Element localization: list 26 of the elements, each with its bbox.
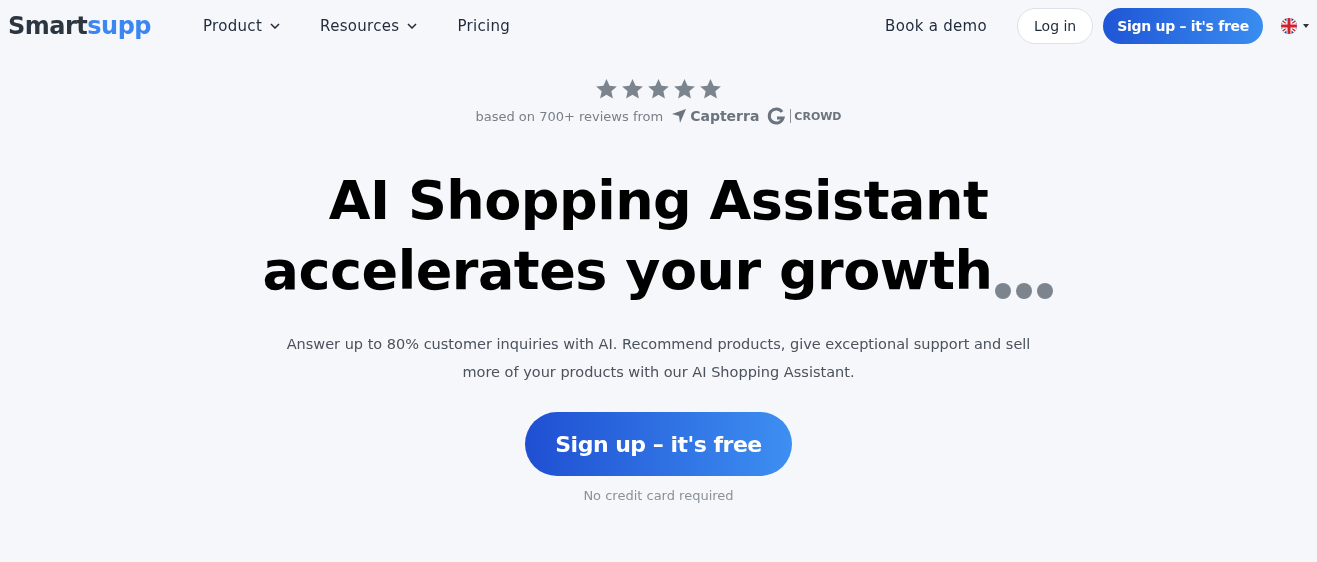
star-icon [595,78,618,100]
nav-menu-item[interactable]: Product [203,17,281,35]
reviews-text: based on 700+ reviews from [475,108,664,124]
no-credit-card-note: No credit card required [583,488,734,503]
chevron-down-icon [270,23,281,29]
star-icon [647,78,670,100]
chevron-down-icon [407,23,418,29]
star-icon [621,78,644,100]
hero-heading-line: accelerates your growth [262,238,993,304]
signup-cta-button[interactable]: Sign up – it's free [525,412,792,476]
book-demo-link[interactable]: Book a demo [879,16,993,36]
nav-menu-item[interactable]: Resources [320,17,418,35]
star-icon [699,78,722,100]
login-button[interactable]: Log in [1017,8,1094,44]
caret-icon [1303,24,1309,28]
typing-dots-icon [994,282,1055,300]
g2-crowd-logo: CROWD [767,106,842,126]
star-icon [673,78,696,100]
nav-menu-item[interactable]: Pricing [457,17,511,35]
language-selector[interactable] [1279,18,1309,34]
signup-button[interactable]: Sign up – it's free [1103,8,1263,44]
smartsupp-logo[interactable]: Smartsupp [8,12,152,40]
hero-subtitle: Answer up to 80% customer inquiries with AI. Recommend products, give exceptional support and sell more of your products with our AI Shopping Assistant. [285,335,1032,382]
flag-icon [1279,18,1299,34]
capterra-logo: Capterra [671,108,760,124]
hero-heading-line: AI Shopping Assistant [327,168,990,234]
